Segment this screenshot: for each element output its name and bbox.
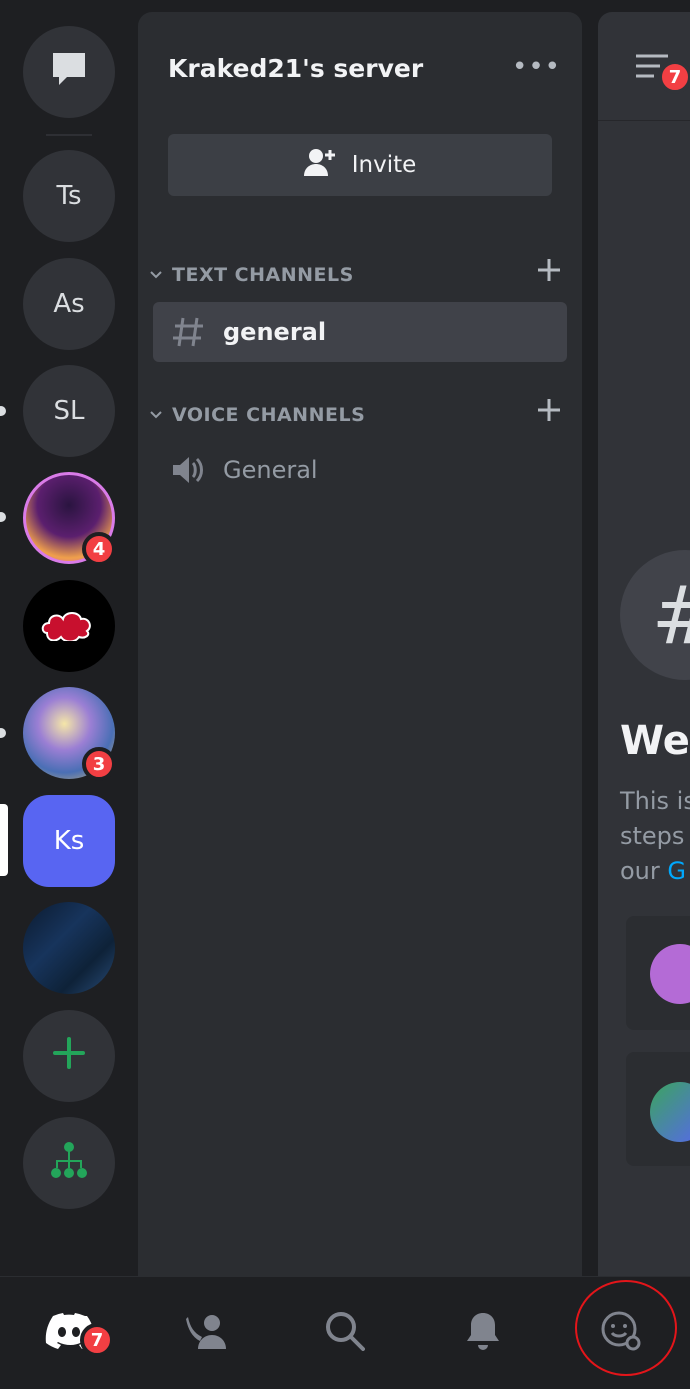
members-badge: 7 [658, 60, 690, 94]
bottom-tab-bar: 7 [0, 1276, 690, 1389]
mention-badge: 4 [82, 532, 116, 566]
tab-friends[interactable] [138, 1277, 276, 1389]
tab-notifications[interactable] [414, 1277, 552, 1389]
unread-indicator [0, 728, 6, 738]
invite-button[interactable]: Invite [168, 134, 552, 196]
tab-you[interactable] [552, 1277, 690, 1389]
server-sl-label: SL [53, 396, 85, 426]
channel-general[interactable]: general [153, 302, 567, 362]
server-sl[interactable]: SL [23, 365, 115, 457]
bell-icon [465, 1311, 501, 1355]
welcome-heading: Wel [620, 718, 690, 764]
server-cloud-icon[interactable] [23, 580, 115, 672]
channel-voice-general[interactable]: General [153, 440, 567, 500]
server-as[interactable]: As [23, 258, 115, 350]
server-ks[interactable]: Ks [23, 795, 115, 887]
brush-icon [650, 1082, 690, 1142]
direct-messages-button[interactable] [23, 26, 115, 118]
plus-icon [536, 252, 562, 292]
server-ts-label: Ts [56, 181, 82, 211]
server-name[interactable]: Kraked21's server [168, 54, 423, 83]
hashtag-icon [153, 316, 223, 348]
plus-icon [51, 1035, 87, 1078]
create-voice-channel-button[interactable] [536, 392, 562, 432]
add-user-icon [303, 148, 338, 182]
members-badge-count: 7 [668, 66, 682, 88]
unread-indicator [0, 512, 6, 522]
home-badge-count: 7 [90, 1329, 104, 1351]
channel-name: General [223, 456, 318, 484]
rail-divider [46, 134, 92, 136]
search-icon [325, 1311, 365, 1355]
chevron-down-icon [150, 267, 162, 283]
mention-badge-count: 4 [92, 538, 106, 560]
server-as-label: As [53, 289, 85, 319]
onboarding-card[interactable] [626, 916, 690, 1030]
home-badge: 7 [80, 1323, 114, 1357]
category-label: TEXT CHANNELS [172, 264, 354, 286]
onboarding-card[interactable] [626, 1052, 690, 1166]
welcome-description: This is steps our G [620, 784, 690, 889]
tab-search[interactable] [276, 1277, 414, 1389]
chat-bubble-icon [49, 49, 89, 96]
desc-line: This is [620, 787, 690, 815]
desc-line: steps [620, 822, 685, 850]
guide-link[interactable]: G [667, 857, 686, 885]
red-cloud-icon [39, 605, 99, 648]
desc-line-text: our [620, 857, 668, 885]
explore-servers-button[interactable] [23, 1117, 115, 1209]
plus-icon [536, 392, 562, 432]
server-code-icon[interactable] [23, 902, 115, 994]
more-options-icon[interactable]: ••• [512, 52, 561, 82]
hash-glyph: # [651, 569, 690, 662]
friends-wave-icon [186, 1313, 228, 1353]
invite-label: Invite [351, 152, 417, 178]
server-ts[interactable]: Ts [23, 150, 115, 242]
chat-header: 7 [598, 12, 690, 121]
category-text-channels[interactable]: TEXT CHANNELS [150, 264, 354, 286]
add-server-button[interactable] [23, 1010, 115, 1102]
mention-badge: 3 [82, 747, 116, 781]
chat-area: 7 # Wel This is steps our G [598, 12, 690, 1276]
channel-hashtag-icon: # [620, 550, 690, 680]
tab-home[interactable]: 7 [0, 1277, 138, 1389]
desc-line: our G [620, 854, 690, 889]
create-text-channel-button[interactable] [536, 252, 562, 292]
unread-indicator [0, 406, 6, 416]
hub-tree-icon [49, 1140, 89, 1187]
server-ks-label: Ks [53, 826, 85, 856]
category-voice-channels[interactable]: VOICE CHANNELS [150, 404, 365, 426]
server-rail: Ts As SL 4 3 Ks [0, 0, 138, 1276]
selected-indicator [0, 804, 8, 876]
profile-smile-icon [599, 1309, 643, 1357]
category-label: VOICE CHANNELS [172, 404, 366, 426]
wave-icon [650, 944, 690, 1004]
mention-badge-count: 3 [92, 753, 106, 775]
chevron-down-icon [150, 407, 162, 423]
channel-panel: Kraked21's server ••• Invite TEXT CHANNE… [138, 12, 582, 1276]
channel-name: general [223, 318, 327, 346]
speaker-icon [153, 455, 223, 485]
